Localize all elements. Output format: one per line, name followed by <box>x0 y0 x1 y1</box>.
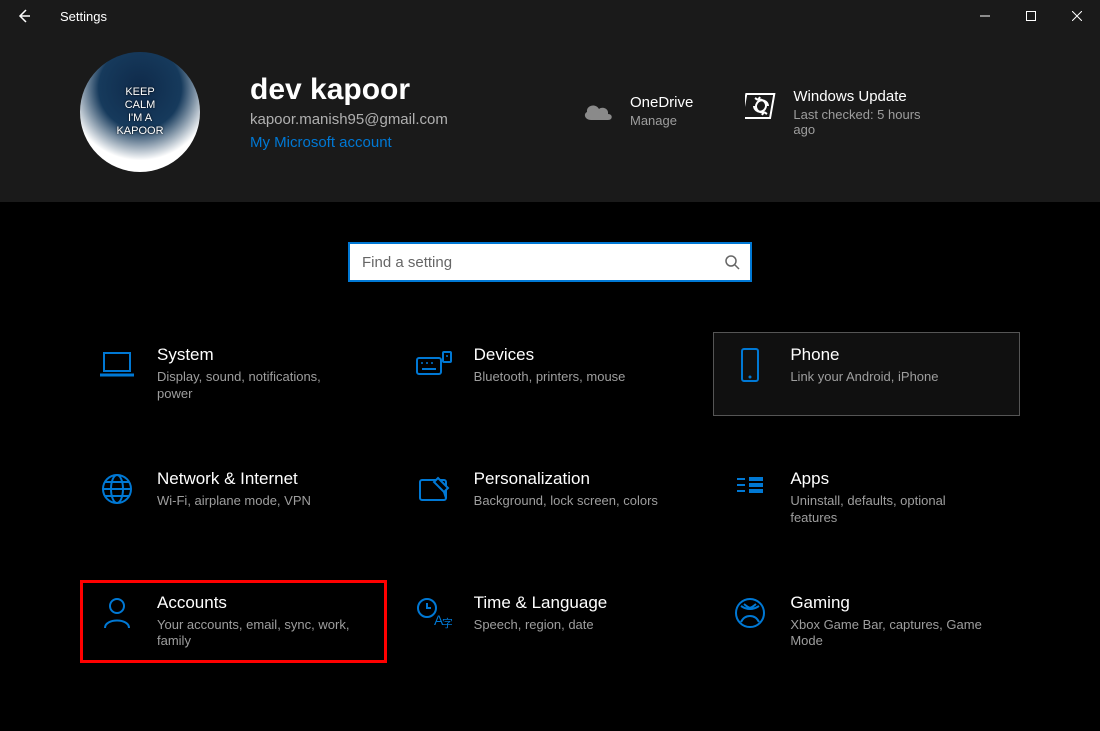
windows-update-tile[interactable]: Windows Update Last checked: 5 hours ago <box>743 88 943 137</box>
category-sub: Uninstall, defaults, optional features <box>790 493 990 527</box>
user-name: dev kapoor <box>250 73 530 107</box>
keyboard-icon <box>414 345 454 385</box>
sync-icon <box>743 88 779 124</box>
back-button[interactable] <box>0 0 48 32</box>
globe-icon <box>97 469 137 509</box>
category-personalization[interactable]: Personalization Background, lock screen,… <box>397 456 704 540</box>
user-email: kapoor.manish95@gmail.com <box>250 111 530 128</box>
settings-body: System Display, sound, notifications, po… <box>0 202 1100 731</box>
category-sub: Xbox Game Bar, captures, Game Mode <box>790 617 990 651</box>
category-title: Phone <box>790 345 938 365</box>
person-icon <box>97 593 137 633</box>
svg-text:字: 字 <box>442 616 452 629</box>
category-grid: System Display, sound, notifications, po… <box>40 332 1060 663</box>
close-button[interactable] <box>1054 0 1100 32</box>
avatar[interactable]: KEEP CALM I'M A KAPOOR <box>80 52 200 172</box>
window-controls <box>962 0 1100 32</box>
category-gaming[interactable]: Gaming Xbox Game Bar, captures, Game Mod… <box>713 580 1020 664</box>
category-sub: Link your Android, iPhone <box>790 369 938 386</box>
onedrive-title: OneDrive <box>630 94 693 111</box>
category-sub: Display, sound, notifications, power <box>157 369 357 403</box>
category-title: Apps <box>790 469 990 489</box>
cloud-icon <box>580 94 616 130</box>
minimize-button[interactable] <box>962 0 1008 32</box>
category-phone[interactable]: Phone Link your Android, iPhone <box>713 332 1020 416</box>
avatar-text: KEEP CALM I'M A KAPOOR <box>116 86 163 139</box>
maximize-button[interactable] <box>1008 0 1054 32</box>
category-title: Network & Internet <box>157 469 311 489</box>
category-accounts[interactable]: Accounts Your accounts, email, sync, wor… <box>80 580 387 664</box>
xbox-icon <box>730 593 770 633</box>
update-sub: Last checked: 5 hours ago <box>793 107 943 137</box>
category-title: Devices <box>474 345 626 365</box>
category-sub: Background, lock screen, colors <box>474 493 658 510</box>
back-arrow-icon <box>16 8 32 24</box>
paint-icon <box>414 469 454 509</box>
minimize-icon <box>980 11 990 21</box>
search-icon <box>724 254 740 270</box>
category-system[interactable]: System Display, sound, notifications, po… <box>80 332 387 416</box>
onedrive-text: OneDrive Manage <box>630 94 693 128</box>
category-sub: Wi-Fi, airplane mode, VPN <box>157 493 311 510</box>
user-info: dev kapoor kapoor.manish95@gmail.com My … <box>250 73 530 151</box>
update-title: Windows Update <box>793 88 943 105</box>
close-icon <box>1072 11 1082 21</box>
category-devices[interactable]: Devices Bluetooth, printers, mouse <box>397 332 704 416</box>
category-sub: Bluetooth, printers, mouse <box>474 369 626 386</box>
apps-icon <box>730 469 770 509</box>
category-sub: Speech, region, date <box>474 617 608 634</box>
account-header: KEEP CALM I'M A KAPOOR dev kapoor kapoor… <box>0 32 1100 202</box>
microsoft-account-link[interactable]: My Microsoft account <box>250 134 530 151</box>
settings-window: Settings KEEP CALM I'M A KAPOOR dev kapo… <box>0 0 1100 731</box>
update-text: Windows Update Last checked: 5 hours ago <box>793 88 943 137</box>
search-input[interactable] <box>348 242 752 282</box>
onedrive-sub: Manage <box>630 113 693 128</box>
category-title: System <box>157 345 357 365</box>
category-time-language[interactable]: A字 Time & Language Speech, region, date <box>397 580 704 664</box>
time-language-icon: A字 <box>414 593 454 633</box>
category-title: Accounts <box>157 593 357 613</box>
category-sub: Your accounts, email, sync, work, family <box>157 617 357 651</box>
maximize-icon <box>1026 11 1036 21</box>
window-title: Settings <box>48 9 107 24</box>
category-title: Time & Language <box>474 593 608 613</box>
category-title: Gaming <box>790 593 990 613</box>
category-apps[interactable]: Apps Uninstall, defaults, optional featu… <box>713 456 1020 540</box>
onedrive-tile[interactable]: OneDrive Manage <box>580 94 693 130</box>
category-title: Personalization <box>474 469 658 489</box>
phone-icon <box>730 345 770 385</box>
category-network[interactable]: Network & Internet Wi-Fi, airplane mode,… <box>80 456 387 540</box>
laptop-icon <box>97 345 137 385</box>
search-wrap <box>348 242 752 282</box>
title-bar: Settings <box>0 0 1100 32</box>
